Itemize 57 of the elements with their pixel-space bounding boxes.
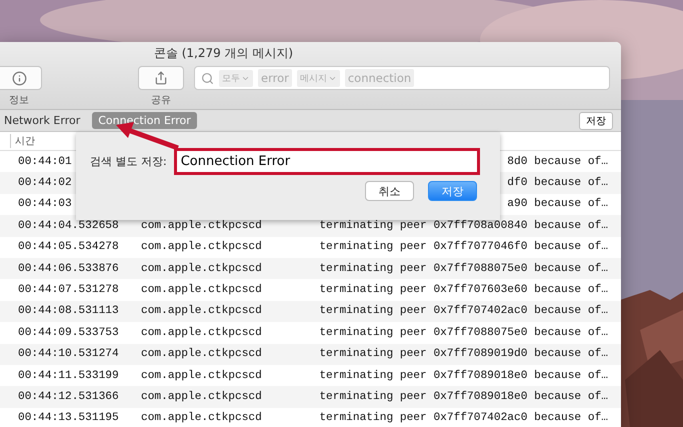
- time-cell: 00:44:11.533199: [18, 370, 119, 382]
- share-button[interactable]: [138, 66, 184, 90]
- process-cell: com.apple.ctkpcscd: [141, 390, 262, 403]
- time-cell: 00:44:09.533753: [18, 326, 119, 339]
- message-cell: terminating peer 0x7ff7089018e0 because of…: [319, 390, 608, 403]
- field-label: 검색 별도 저장:: [90, 154, 167, 169]
- name-input-field[interactable]: Connection Error: [174, 148, 480, 175]
- process-cell: com.apple.ctkpcscd: [141, 284, 262, 296]
- message-cell: terminating peer 0x7ff707402ac0 because of…: [319, 305, 608, 318]
- cancel-button[interactable]: 취소: [365, 181, 414, 201]
- time-cell: 00:44:12.531366: [18, 390, 119, 403]
- time-cell: 00:44:04.532658: [18, 220, 119, 232]
- time-cell: 00:44:03: [18, 198, 72, 210]
- toolbar-label: 정보: [9, 94, 29, 107]
- message-cell: 8d0 because of…: [507, 156, 608, 168]
- time-cell: 00:44:07.531278: [18, 284, 119, 296]
- time-cell: 00:44:02: [18, 177, 72, 190]
- search-field[interactable]: 모두 error 메시지 connection: [194, 66, 610, 90]
- search-scope-menu[interactable]: 모두: [219, 70, 253, 86]
- save-button[interactable]: 저장: [428, 181, 477, 201]
- search-scope-menu[interactable]: 메시지: [296, 70, 340, 86]
- time-cell: 00:44:01: [18, 156, 72, 168]
- message-cell: terminating peer 0x7ff708a00840 because of…: [319, 220, 608, 232]
- window-title: 콘솔 (1,279 개의 메시지): [152, 45, 294, 62]
- time-cell: 00:44:10.531274: [18, 348, 119, 360]
- message-cell: terminating peer 0x7ff707402ac0 because of…: [319, 412, 608, 424]
- toolbar-label: 공유: [151, 94, 171, 107]
- process-cell: com.apple.ctkpcscd: [141, 326, 262, 339]
- search-token[interactable]: error: [258, 69, 292, 87]
- process-cell: com.apple.ctkpcscd: [141, 241, 262, 254]
- time-cell: 00:44:08.531113: [18, 305, 119, 318]
- process-cell: com.apple.ctkpcscd: [141, 412, 262, 424]
- search-icon: [201, 72, 214, 84]
- saved-search-tab[interactable]: Network Error: [0, 112, 86, 129]
- process-cell: com.apple.ctkpcscd: [141, 370, 262, 382]
- time-cell: 00:44:05.534278: [18, 241, 119, 254]
- message-cell: terminating peer 0x7ff7089018e0 because of…: [319, 370, 608, 382]
- message-cell: terminating peer 0x7ff707603e60 because of…: [319, 284, 608, 296]
- share-icon: [154, 71, 168, 85]
- saved-search-tab[interactable]: Connection Error: [92, 112, 197, 129]
- message-cell: terminating peer 0x7ff7089019d0 because of…: [319, 348, 608, 360]
- search-token[interactable]: connection: [344, 69, 414, 87]
- time-cell: 00:44:13.531195: [18, 412, 119, 424]
- column-header[interactable]: 시간: [10, 134, 35, 148]
- info-button[interactable]: [0, 66, 42, 90]
- message-cell: terminating peer 0x7ff7077046f0 because of…: [319, 241, 608, 254]
- time-cell: 00:44:06.533876: [18, 262, 119, 275]
- message-cell: terminating peer 0x7ff7088075e0 because of…: [319, 326, 608, 339]
- process-cell: com.apple.ctkpcscd: [141, 220, 262, 232]
- process-cell: com.apple.ctkpcscd: [141, 348, 262, 360]
- info-icon: [12, 70, 26, 86]
- message-cell: df0 because of…: [507, 177, 608, 190]
- process-cell: com.apple.ctkpcscd: [141, 262, 262, 275]
- message-cell: a90 because of…: [507, 198, 608, 210]
- process-cell: com.apple.ctkpcscd: [141, 305, 262, 318]
- save-button[interactable]: 저장: [579, 112, 613, 130]
- message-cell: terminating peer 0x7ff7088075e0 because of…: [319, 262, 608, 275]
